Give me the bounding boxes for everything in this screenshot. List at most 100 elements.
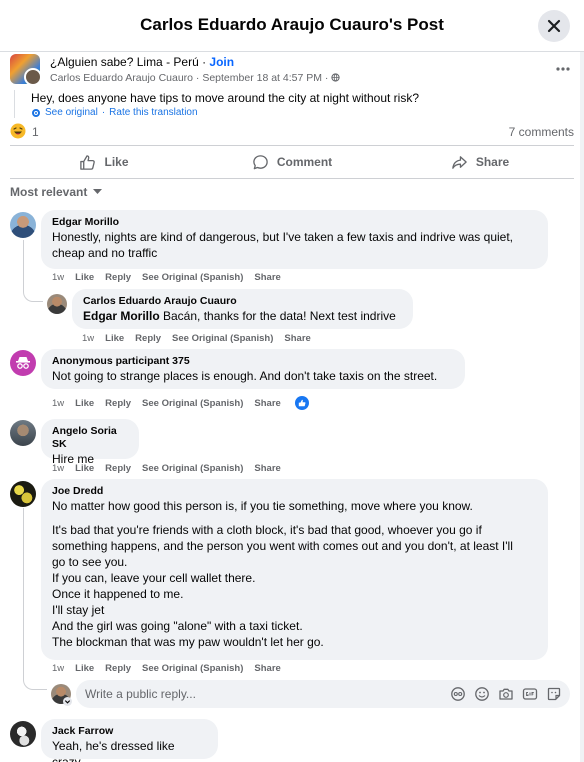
emoji-icon[interactable] <box>474 686 490 702</box>
comment-line: Once it happened to me. <box>52 587 184 601</box>
thread-connector <box>23 240 24 288</box>
gear-icon <box>32 108 40 117</box>
see-original-link[interactable]: See Original (Spanish) <box>142 272 243 283</box>
see-original-link[interactable]: See Original (Spanish) <box>142 463 243 474</box>
reply-input[interactable]: Write a public reply... <box>76 680 570 708</box>
comment-like-link[interactable]: Like <box>75 272 94 283</box>
more-icon <box>556 67 570 71</box>
sort-label: Most relevant <box>10 185 88 199</box>
comment-line: If you can, leave your cell wallet there… <box>52 571 256 585</box>
more-options-button[interactable] <box>556 58 570 76</box>
share-icon <box>452 155 467 169</box>
thumbs-up-icon <box>298 399 306 407</box>
post-text: Hey, does anyone have tips to move aroun… <box>31 91 419 105</box>
comment-time[interactable]: 1w <box>52 663 64 674</box>
comment-time[interactable]: 1w <box>52 463 64 474</box>
commenter-name[interactable]: Edgar Morillo <box>52 216 537 229</box>
close-button[interactable] <box>538 10 570 42</box>
chevron-down-icon[interactable] <box>63 697 72 706</box>
comment-time[interactable]: 1w <box>52 398 64 409</box>
reply-tools <box>450 686 562 702</box>
avatar[interactable] <box>10 212 36 238</box>
comment-reply-link[interactable]: Reply <box>135 333 161 344</box>
share-label: Share <box>475 155 510 169</box>
commenter-name[interactable]: Carlos Eduardo Araujo Cuauro <box>83 295 402 308</box>
like-button[interactable]: Like <box>10 146 198 178</box>
commenter-name[interactable]: Anonymous participant 375 <box>52 355 454 368</box>
comment-line: No matter how good this person is, if yo… <box>52 499 473 513</box>
comment-bubble: Carlos Eduardo Araujo Cuauro Edgar Moril… <box>72 289 413 329</box>
thread-connector <box>23 508 24 678</box>
comment-reply-link[interactable]: Reply <box>105 663 131 674</box>
reaction-summary: 1 7 comments <box>10 123 574 141</box>
avatar[interactable] <box>10 481 36 507</box>
comment-icon <box>253 154 268 169</box>
author-avatar[interactable] <box>24 68 42 86</box>
sticker-icon[interactable] <box>546 686 562 702</box>
comment-line: something happens, and the person you we… <box>52 539 513 553</box>
like-reaction-badge[interactable] <box>294 396 309 410</box>
comment-reply-link[interactable]: Reply <box>105 398 131 409</box>
dialog-header: Carlos Eduardo Araujo Cuauro's Post <box>0 0 584 52</box>
post-action-bar: Like Comment Share <box>10 145 574 179</box>
sort-dropdown[interactable]: Most relevant <box>10 185 103 199</box>
comment-actions: 1w Like Reply See Original (Spanish) Sha… <box>52 663 281 674</box>
group-name-link[interactable]: ¿Alguien sabe? Lima - Perú <box>50 55 199 69</box>
join-link[interactable]: Join <box>209 55 234 69</box>
comment-actions: 1w Like Reply See Original (Spanish) Sha… <box>52 396 309 410</box>
avatar[interactable] <box>10 721 36 747</box>
separator-dot: · <box>198 55 210 69</box>
comment-time[interactable]: 1w <box>52 272 64 283</box>
see-original-link[interactable]: See Original (Spanish) <box>172 333 273 344</box>
close-icon <box>547 19 561 33</box>
avatar[interactable] <box>10 420 36 446</box>
comment-text: Not going to strange places is enough. A… <box>52 369 438 383</box>
comment-like-link[interactable]: Like <box>105 333 124 344</box>
haha-reaction-icon[interactable] <box>10 123 26 139</box>
post-author-time[interactable]: Carlos Eduardo Araujo Cuauro · September… <box>50 72 331 84</box>
reply-placeholder: Write a public reply... <box>85 687 196 701</box>
comment-time[interactable]: 1w <box>82 333 94 344</box>
comment-share-link[interactable]: Share <box>254 398 280 409</box>
see-original-link[interactable]: See original <box>45 107 98 118</box>
comment-text: Honestly, nights are kind of dangerous, … <box>52 229 537 261</box>
comment-like-link[interactable]: Like <box>75 398 94 409</box>
reaction-count[interactable]: 1 <box>32 125 39 139</box>
post-body: Hey, does anyone have tips to move aroun… <box>14 90 574 118</box>
comment-share-link[interactable]: Share <box>284 333 310 344</box>
comment-reply-link[interactable]: Reply <box>105 463 131 474</box>
anonymous-avatar[interactable] <box>10 350 36 376</box>
comment-reply-link[interactable]: Reply <box>105 272 131 283</box>
comment-line: go to see you. <box>52 555 128 569</box>
comment-share-link[interactable]: Share <box>254 463 280 474</box>
comment-button[interactable]: Comment <box>198 146 386 178</box>
comment-line: The blockman that was my paw wouldn't le… <box>52 635 324 649</box>
gif-icon[interactable] <box>522 686 538 702</box>
comments-count[interactable]: 7 comments <box>509 125 574 139</box>
share-button[interactable]: Share <box>386 146 574 178</box>
see-original-link[interactable]: See Original (Spanish) <box>142 398 243 409</box>
rate-translation-link[interactable]: Rate this translation <box>109 107 197 118</box>
comment-line: Bacán, thanks for the data! Next test in… <box>159 309 396 323</box>
commenter-name[interactable]: Angelo Soria SK <box>52 425 128 451</box>
comment-line: And the girl was going "alone" with a ta… <box>52 619 303 633</box>
comment-bubble: Angelo Soria SK Hire me <box>41 419 139 466</box>
comment-like-link[interactable]: Like <box>75 463 94 474</box>
commenter-name[interactable]: Joe Dredd <box>52 485 537 498</box>
comment-share-link[interactable]: Share <box>254 272 280 283</box>
comment-share-link[interactable]: Share <box>254 663 280 674</box>
see-original-link[interactable]: See Original (Spanish) <box>142 663 243 674</box>
avatar[interactable] <box>47 294 67 314</box>
scrollbar[interactable] <box>580 52 584 762</box>
comment-like-link[interactable]: Like <box>75 663 94 674</box>
comment-text: Yeah, he's dressed like crazy. <box>52 739 175 762</box>
camera-icon[interactable] <box>498 686 514 702</box>
comment-line: cheap and no traffic <box>52 246 158 260</box>
separator-dot: · <box>101 107 106 118</box>
mention-link[interactable]: Edgar Morillo <box>83 309 160 323</box>
commenter-name[interactable]: Jack Farrow <box>52 725 207 738</box>
post-meta: Carlos Eduardo Araujo Cuauro · September… <box>50 72 340 84</box>
post-header: ¿Alguien sabe? Lima - Perú · Join Carlos… <box>10 54 570 90</box>
avatar-sticker-icon[interactable] <box>450 686 466 702</box>
